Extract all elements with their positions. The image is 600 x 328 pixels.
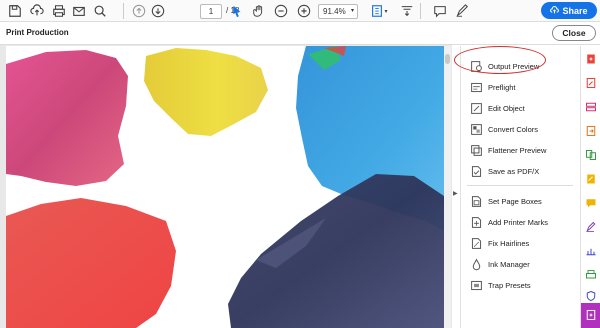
printer-marks-icon — [470, 216, 483, 229]
combine-files-icon[interactable] — [584, 148, 598, 162]
print-icon[interactable] — [51, 3, 67, 19]
tool-header-bar: Print Production Close — [0, 22, 600, 45]
tool-label: Flattener Preview — [488, 145, 547, 155]
next-page-icon[interactable] — [150, 3, 166, 19]
zoom-level-field[interactable]: 91.4% ▾ — [318, 4, 358, 19]
save-pdfx-icon — [470, 165, 483, 178]
select-arrow-icon[interactable] — [229, 3, 245, 19]
search-icon[interactable] — [92, 3, 108, 19]
tool-title: Print Production — [6, 28, 69, 37]
organize-pages-icon[interactable] — [584, 100, 598, 114]
prev-page-icon[interactable] — [131, 3, 147, 19]
annotation-circle — [454, 46, 546, 74]
page-boxes-icon — [470, 195, 483, 208]
tool-ink-manager[interactable]: Ink Manager — [461, 254, 579, 274]
tool-label: Set Page Boxes — [488, 196, 542, 206]
share-button[interactable]: Share — [541, 2, 597, 19]
tool-flattener-preview[interactable]: Flattener Preview — [461, 140, 579, 160]
ink-manager-icon — [470, 258, 483, 271]
flattener-icon — [470, 144, 483, 157]
print-production-panel: Output Preview Preflight Edit Object Con… — [460, 46, 578, 328]
comment-tool-icon[interactable] — [584, 196, 598, 210]
chevron-down-icon: ▾ — [350, 8, 354, 14]
zoom-level-value: 91.4% — [323, 7, 346, 16]
tool-save-pdfx[interactable]: Save as PDF/X — [461, 161, 579, 181]
share-label: Share — [562, 5, 588, 16]
tool-edit-object[interactable]: Edit Object — [461, 98, 579, 118]
comment-icon[interactable] — [432, 3, 448, 19]
tools-rail — [580, 46, 600, 328]
tool-label: Add Printer Marks — [488, 217, 549, 227]
vertical-scrollbar[interactable] — [444, 46, 451, 328]
preflight-icon — [470, 81, 483, 94]
print-production-icon[interactable] — [584, 268, 598, 282]
scroll-mode-icon[interactable] — [399, 3, 415, 19]
tool-preflight[interactable]: Preflight — [461, 77, 579, 97]
tool-label: Fix Hairlines — [488, 238, 530, 248]
hairlines-icon — [470, 237, 483, 250]
zoom-out-icon[interactable] — [273, 3, 289, 19]
panel-divider — [467, 185, 573, 186]
page-number-input[interactable]: 1 — [200, 4, 222, 19]
collapse-panel-icon[interactable]: ▶ — [453, 190, 458, 197]
pdf-page[interactable] — [6, 46, 444, 328]
tool-add-printer-marks[interactable]: Add Printer Marks — [461, 212, 579, 232]
fill-sign-icon[interactable] — [584, 172, 598, 186]
tool-label: Trap Presets — [488, 280, 531, 290]
upload-icon[interactable] — [29, 3, 45, 19]
convert-colors-icon — [470, 123, 483, 136]
create-pdf-icon[interactable] — [584, 52, 598, 66]
main-toolbar: 1 / 18 91.4% ▾ ▾ Share — [0, 0, 600, 22]
tool-set-page-boxes[interactable]: Set Page Boxes — [461, 191, 579, 211]
tool-label: Edit Object — [488, 103, 525, 113]
tool-fix-hairlines[interactable]: Fix Hairlines — [461, 233, 579, 253]
chevron-down-icon[interactable]: ▾ — [382, 3, 390, 19]
toolbar-divider — [420, 3, 421, 19]
send-sign-icon[interactable] — [584, 220, 598, 234]
edit-pdf-icon[interactable] — [584, 76, 598, 90]
share-icon — [550, 6, 560, 14]
hand-icon[interactable] — [251, 3, 267, 19]
trap-presets-icon — [470, 279, 483, 292]
zoom-in-icon[interactable] — [296, 3, 312, 19]
edit-object-icon — [470, 102, 483, 115]
tool-label: Ink Manager — [488, 259, 530, 269]
tool-label: Preflight — [488, 82, 516, 92]
watercolor-artwork — [6, 46, 444, 328]
email-icon[interactable] — [71, 3, 87, 19]
close-button[interactable]: Close — [552, 25, 596, 41]
tool-trap-presets[interactable]: Trap Presets — [461, 275, 579, 295]
protect-icon[interactable] — [584, 289, 598, 303]
tool-label: Save as PDF/X — [488, 166, 540, 176]
save-icon[interactable] — [7, 3, 23, 19]
measure-icon[interactable] — [584, 244, 598, 258]
export-pdf-icon[interactable] — [584, 124, 598, 138]
toolbar-divider — [123, 3, 124, 19]
tool-convert-colors[interactable]: Convert Colors — [461, 119, 579, 139]
more-tools-icon[interactable] — [584, 308, 598, 322]
scrollbar-thumb[interactable] — [445, 54, 450, 64]
pen-icon[interactable] — [454, 3, 470, 19]
tool-label: Convert Colors — [488, 124, 539, 134]
